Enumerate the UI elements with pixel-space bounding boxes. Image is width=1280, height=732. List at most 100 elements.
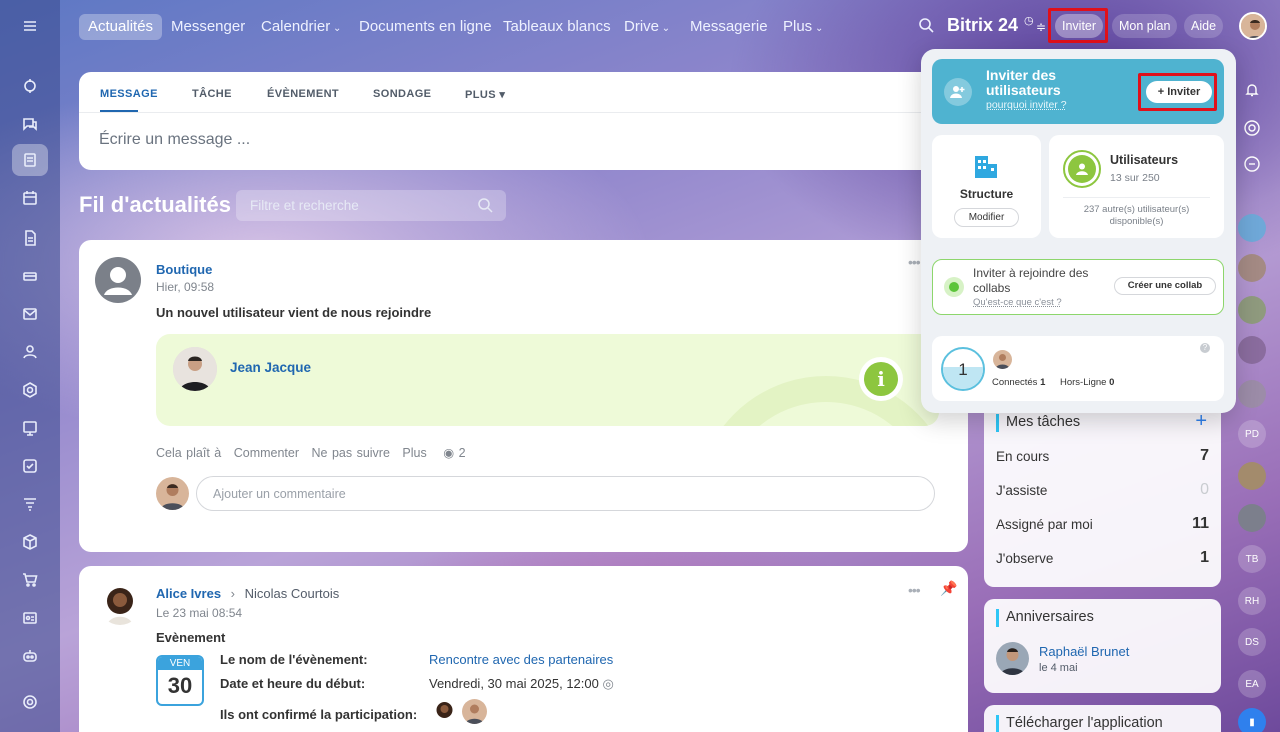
add-task-icon[interactable]: + (1195, 410, 1207, 433)
tab-tableaux-blancs[interactable]: Tableaux blancs (503, 14, 611, 40)
tasks-icon[interactable] (12, 450, 48, 482)
right-avatar-initials[interactable]: DS (1238, 628, 1266, 656)
robot-icon[interactable] (12, 640, 48, 672)
right-avatar-initials[interactable]: PD (1238, 420, 1266, 448)
invite-why-link[interactable]: pourquoi inviter ? (986, 99, 1067, 111)
right-avatar[interactable] (1238, 214, 1266, 242)
online-user-avatar[interactable] (993, 350, 1012, 369)
tab-drive[interactable]: Drive ⌄ (624, 14, 670, 40)
bitrix-logo[interactable]: Bitrix 24 (947, 15, 1018, 36)
right-avatar-initials[interactable]: RH (1238, 587, 1266, 615)
search-icon[interactable] (477, 197, 493, 216)
views-icon: ◉ (443, 446, 454, 460)
task-row-observing[interactable]: J'observe 1 (996, 551, 1209, 566)
bell-icon[interactable] (1238, 76, 1266, 104)
comment-link[interactable]: Commenter (234, 446, 299, 460)
more-icon[interactable]: ••• (908, 582, 920, 598)
help-icon[interactable]: ? (1200, 343, 1210, 353)
participant-avatar[interactable] (432, 699, 457, 724)
tab-plus[interactable]: Plus ⌄ (783, 14, 823, 40)
post-author[interactable]: Boutique (156, 262, 212, 277)
like-link[interactable]: Cela plaît à (156, 446, 221, 460)
feed-icon[interactable] (12, 144, 48, 176)
new-user-avatar[interactable] (173, 347, 217, 391)
tab-calendrier[interactable]: Calendrier ⌄ (261, 14, 341, 40)
chat-search-icon[interactable] (1238, 150, 1266, 178)
tasks-title[interactable]: Mes tâches (1006, 414, 1080, 430)
mail-icon[interactable] (12, 298, 48, 330)
copilot-icon[interactable] (1238, 114, 1266, 142)
sites-icon[interactable] (12, 412, 48, 444)
author-avatar[interactable] (95, 257, 141, 303)
post-time[interactable]: Le 23 mai 08:54 (156, 606, 242, 620)
composer-tab-event[interactable]: ÉVÈNEMENT (267, 88, 339, 100)
calendar-icon[interactable] (12, 182, 48, 214)
tab-documents[interactable]: Documents en ligne (359, 14, 492, 40)
composer-tab-message[interactable]: MESSAGE (100, 88, 158, 100)
modify-structure-button[interactable]: Modifier (954, 208, 1019, 227)
widget-accent (996, 414, 999, 432)
right-avatar[interactable] (1238, 504, 1266, 532)
copilot-icon[interactable] (12, 70, 48, 102)
new-user-name[interactable]: Jean Jacque (230, 360, 311, 375)
crm-icon[interactable] (12, 374, 48, 406)
event-name-value[interactable]: Rencontre avec des partenaires (429, 652, 613, 667)
tab-messagerie[interactable]: Messagerie (690, 14, 768, 40)
chat-icon[interactable] (12, 108, 48, 140)
right-avatar[interactable] (1238, 462, 1266, 490)
create-collab-button[interactable]: Créer une collab (1114, 277, 1216, 295)
right-avatar[interactable] (1238, 380, 1266, 408)
more-icon[interactable]: ••• (908, 254, 920, 270)
composer-tab-task[interactable]: TÂCHE (192, 88, 232, 100)
post-type: Evènement (156, 630, 225, 645)
tab-messenger[interactable]: Messenger (171, 14, 245, 40)
composer-tab-more[interactable]: PLUS ▾ (465, 88, 505, 101)
message-input[interactable]: Écrire un message ... (99, 131, 250, 149)
sliders-icon[interactable]: ≑ (1036, 20, 1046, 34)
birthday-avatar[interactable] (996, 642, 1029, 675)
right-avatar[interactable] (1238, 254, 1266, 282)
right-avatar[interactable] (1238, 296, 1266, 324)
more-link[interactable]: Plus (402, 446, 426, 460)
participant-avatar[interactable] (462, 699, 487, 724)
right-avatar-initials[interactable]: EA (1238, 670, 1266, 698)
bookmark-icon[interactable]: ▮ (1238, 708, 1266, 732)
task-row-in-progress[interactable]: En cours 7 (996, 449, 1209, 464)
event-date-badge: VEN 30 (156, 655, 204, 706)
contacts-icon[interactable] (12, 336, 48, 368)
users-card[interactable]: Utilisateurs 13 sur 250 237 autre(s) uti… (1049, 135, 1224, 238)
drive-icon[interactable] (12, 260, 48, 292)
post-time[interactable]: Hier, 09:58 (156, 280, 214, 294)
structure-card[interactable]: Structure Modifier (932, 135, 1041, 238)
feed-search-input[interactable]: Filtre et recherche (236, 190, 506, 221)
documents-icon[interactable] (12, 222, 48, 254)
right-avatar-initials[interactable]: TB (1238, 545, 1266, 573)
tab-actualites[interactable]: Actualités (79, 14, 162, 40)
task-row-assigned[interactable]: Assigné par moi 11 (996, 517, 1209, 532)
task-row-assisting[interactable]: J'assiste 0 (996, 483, 1209, 498)
event-name-label: Le nom de l'évènement: (220, 652, 368, 667)
help-button[interactable]: Aide (1184, 14, 1223, 38)
post-author[interactable]: Alice Ivres (156, 586, 221, 601)
info-icon: i (864, 362, 898, 396)
automation-icon[interactable] (12, 488, 48, 520)
current-user-avatar (156, 477, 189, 510)
user-avatar[interactable] (1239, 12, 1267, 40)
collab-what-link[interactable]: Qu'est-ce que c'est ? (973, 297, 1062, 308)
shop-icon[interactable] (12, 564, 48, 596)
post-recipient[interactable]: Nicolas Courtois (245, 586, 340, 601)
my-plan-button[interactable]: Mon plan (1112, 14, 1177, 38)
inventory-icon[interactable] (12, 526, 48, 558)
menu-icon[interactable] (12, 10, 48, 42)
right-avatar[interactable] (1238, 336, 1266, 364)
comment-input[interactable]: Ajouter un commentaire (196, 476, 935, 511)
search-icon[interactable] (917, 16, 935, 39)
composer-tab-poll[interactable]: SONDAGE (373, 88, 431, 100)
download-title[interactable]: Télécharger l'application (1006, 715, 1163, 731)
birthday-name[interactable]: Raphaël Brunet (1039, 644, 1129, 659)
hr-icon[interactable] (12, 602, 48, 634)
unfollow-link[interactable]: Ne pas suivre (312, 446, 390, 460)
pin-icon[interactable]: 📌 (940, 580, 957, 597)
settings-icon[interactable] (12, 686, 48, 718)
author-avatar[interactable] (99, 583, 141, 625)
